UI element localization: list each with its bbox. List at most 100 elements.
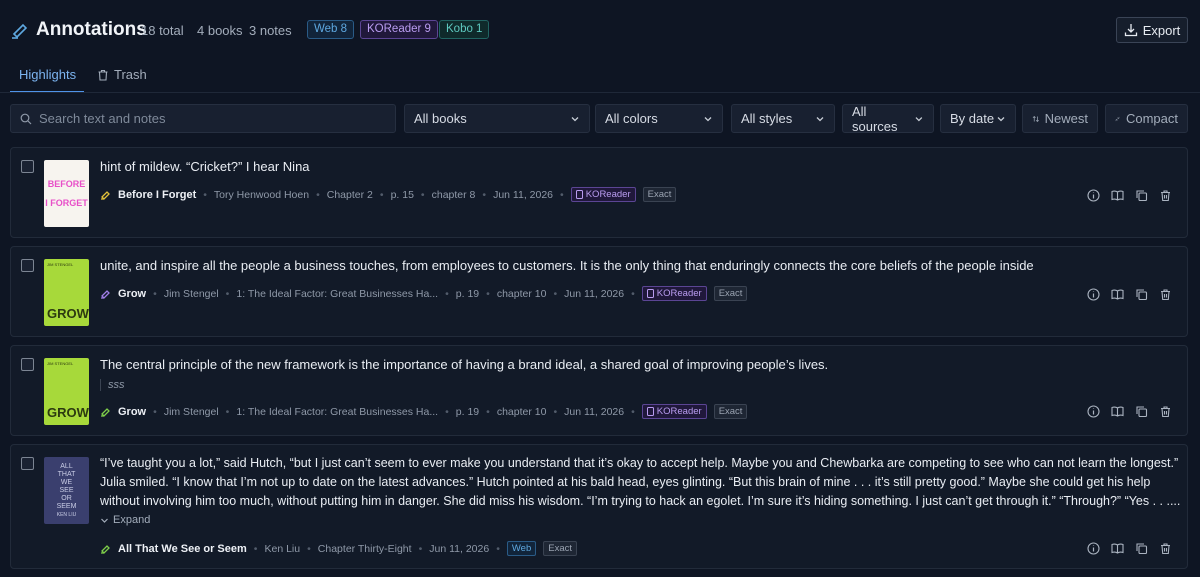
book-title[interactable]: Grow — [118, 406, 146, 418]
book-author: Jim Stengel — [163, 405, 219, 418]
info-icon[interactable] — [1086, 541, 1101, 556]
delete-icon[interactable] — [1158, 287, 1173, 302]
expand-label: Expand — [113, 514, 151, 526]
copy-icon[interactable] — [1134, 188, 1149, 203]
cover-word: SEEM — [56, 502, 77, 510]
source-badge: Web — [506, 541, 537, 556]
cover-title-bottom: I FORGET — [45, 198, 88, 208]
book-title[interactable]: All That We See or Seem — [118, 543, 247, 555]
select-checkbox[interactable] — [21, 259, 34, 272]
koreader-source-pill[interactable]: KOReader 9 — [360, 20, 438, 39]
expand-button[interactable]: Expand — [100, 514, 150, 526]
cover-author: JIM STENGEL — [47, 262, 74, 267]
page-number: p. 19 — [455, 287, 480, 300]
book-cover: JIM STENGEL GROW — [44, 358, 89, 425]
separator-dot: • — [496, 542, 500, 555]
kobo-source-pill[interactable]: Kobo 1 — [439, 20, 490, 39]
text-line: without involving him too much, without … — [100, 494, 1181, 508]
cover-word: WE — [60, 478, 73, 486]
separator-dot: • — [486, 405, 490, 418]
web-source-pill[interactable]: Web 8 — [307, 20, 355, 39]
delete-icon[interactable] — [1158, 541, 1173, 556]
sort-icon — [1032, 115, 1039, 122]
export-label: Export — [1142, 22, 1181, 38]
source-badge: KOReader — [570, 187, 636, 202]
book-author: Tory Henwood Hoen — [213, 188, 310, 201]
highlight-text: “I’ve taught you a lot,” said Hutch, “bu… — [100, 454, 1180, 511]
trash-icon — [98, 69, 108, 81]
styles-select[interactable]: All styles — [731, 104, 835, 133]
separator-dot: • — [307, 542, 311, 555]
book-author: Ken Liu — [264, 542, 301, 555]
book-title[interactable]: Before I Forget — [118, 189, 196, 201]
copy-icon[interactable] — [1134, 404, 1149, 419]
device-icon — [646, 289, 654, 298]
select-checkbox[interactable] — [21, 160, 34, 173]
book-title[interactable]: Grow — [118, 288, 146, 300]
section: chapter 8 — [431, 188, 476, 201]
chapter: Chapter Thirty-Eight — [317, 542, 412, 555]
books-select-value: All books — [414, 111, 467, 126]
highlight-text: hint of mildew. “Cricket?” I hear Nina — [100, 159, 310, 174]
search-input[interactable]: Search text and notes — [10, 104, 396, 133]
cover-word: ALL — [60, 462, 73, 470]
book-open-icon[interactable] — [1110, 404, 1125, 419]
date: Jun 11, 2026 — [493, 188, 554, 201]
match-badge: Exact — [713, 286, 748, 301]
page-title: Annotations — [36, 19, 147, 40]
chevron-down-icon — [704, 116, 712, 121]
export-button[interactable]: Export — [1116, 17, 1188, 43]
highlight-text: unite, and inspire all the people a busi… — [100, 258, 1034, 273]
match-badge: Exact — [713, 404, 748, 419]
cover-author: JIM STENGEL — [47, 361, 74, 366]
delete-icon[interactable] — [1158, 188, 1173, 203]
select-checkbox[interactable] — [21, 358, 34, 371]
sources-select[interactable]: All sources — [842, 104, 934, 134]
tab-trash-label: Trash — [114, 67, 147, 82]
colors-select[interactable]: All colors — [595, 104, 723, 133]
device-icon — [575, 190, 583, 199]
chevron-down-icon — [997, 116, 1005, 121]
total-count: 18 total — [141, 23, 184, 38]
section: chapter 10 — [496, 287, 547, 300]
separator-dot: • — [153, 287, 157, 300]
tab-highlights[interactable]: Highlights — [19, 67, 76, 82]
date: Jun 11, 2026 — [564, 405, 625, 418]
info-icon[interactable] — [1086, 188, 1101, 203]
source-badge: KOReader — [641, 286, 707, 301]
copy-icon[interactable] — [1134, 287, 1149, 302]
sort-select[interactable]: By date — [940, 104, 1016, 133]
source-label: KOReader — [585, 189, 631, 200]
separator-dot: • — [153, 405, 157, 418]
delete-icon[interactable] — [1158, 404, 1173, 419]
highlighter-icon — [101, 545, 110, 554]
order-toggle[interactable]: Newest — [1022, 104, 1098, 133]
books-select[interactable]: All books — [404, 104, 590, 133]
separator-dot: • — [225, 287, 230, 300]
download-icon — [1124, 24, 1137, 37]
cover-word: SEE — [59, 486, 74, 494]
cover-title-top: BEFORE — [47, 179, 86, 189]
annotation-card: JIM STENGEL GROW unite, and inspire all … — [10, 246, 1188, 337]
chapter: 1: The Ideal Factor: Great Businesses Ha… — [236, 405, 439, 418]
book-open-icon[interactable] — [1110, 541, 1125, 556]
copy-icon[interactable] — [1134, 541, 1149, 556]
tab-trash[interactable]: Trash — [97, 67, 147, 82]
date: Jun 11, 2026 — [429, 542, 490, 555]
book-open-icon[interactable] — [1110, 287, 1125, 302]
separator-dot: • — [631, 405, 635, 418]
annotation-card: BEFORE I FORGET hint of mildew. “Cricket… — [10, 147, 1188, 238]
sort-select-value: By date — [950, 111, 995, 126]
separator-dot: • — [553, 287, 558, 300]
separator-dot: • — [482, 188, 487, 201]
book-open-icon[interactable] — [1110, 188, 1125, 203]
notes-count: 3 notes — [249, 23, 292, 38]
highlighter-icon — [101, 408, 110, 417]
info-icon[interactable] — [1086, 404, 1101, 419]
cover-author: KEN LIU — [56, 511, 77, 518]
select-checkbox[interactable] — [21, 457, 34, 470]
chapter: Chapter 2 — [326, 188, 373, 201]
info-icon[interactable] — [1086, 287, 1101, 302]
highlighter-icon — [12, 23, 28, 39]
density-toggle[interactable]: Compact — [1105, 104, 1188, 133]
